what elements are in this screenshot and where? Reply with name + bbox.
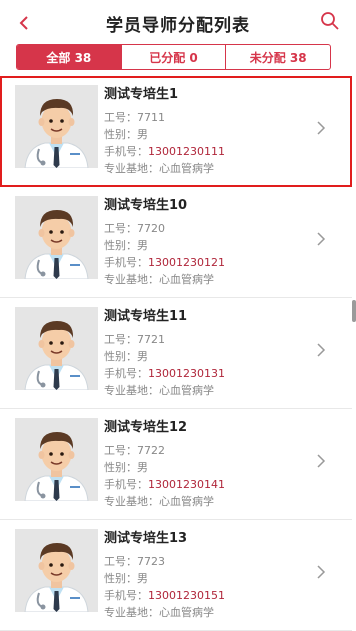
base-row: 专业基地：心血管病学 [104, 604, 214, 620]
phone-label: 手机号： [104, 589, 148, 602]
phone-row: 手机号：13001230151 [104, 587, 225, 603]
phone-row: 手机号：13001230141 [104, 476, 225, 492]
student-base: 心血管病学 [159, 384, 214, 397]
student-gender: 男 [137, 239, 148, 252]
student-gender: 男 [137, 350, 148, 363]
student-phone: 13001230141 [148, 478, 225, 491]
student-base: 心血管病学 [159, 495, 214, 508]
doctor-avatar-icon [15, 418, 98, 501]
student-id: 7721 [137, 333, 165, 346]
id-label: 工号： [104, 111, 137, 124]
student-base: 心血管病学 [159, 606, 214, 619]
tab-assigned[interactable]: 已分配 0 [120, 45, 226, 69]
student-id-row: 工号：7720 [104, 220, 165, 236]
phone-row: 手机号：13001230111 [104, 143, 225, 159]
gender-label: 性别： [104, 239, 137, 252]
tab-all[interactable]: 全部 38 [17, 45, 121, 69]
student-gender: 男 [137, 461, 148, 474]
doctor-avatar-icon [15, 529, 98, 612]
phone-label: 手机号： [104, 478, 148, 491]
phone-row: 手机号：13001230131 [104, 365, 225, 381]
avatar [15, 85, 98, 168]
student-base: 心血管病学 [159, 273, 214, 286]
student-phone: 13001230151 [148, 589, 225, 602]
student-id-row: 工号：7711 [104, 109, 165, 125]
base-row: 专业基地：心血管病学 [104, 271, 214, 287]
phone-label: 手机号： [104, 367, 148, 380]
doctor-avatar-icon [15, 307, 98, 390]
student-name: 测试专培生1 [104, 87, 179, 102]
student-phone: 13001230121 [148, 256, 225, 269]
doctor-avatar-icon [15, 85, 98, 168]
phone-label: 手机号： [104, 145, 148, 158]
student-base: 心血管病学 [159, 162, 214, 175]
student-card[interactable]: 测试专培生1 工号：7711 性别：男 手机号：13001230111 专业基地… [0, 76, 352, 187]
student-id-row: 工号：7721 [104, 331, 165, 347]
avatar [15, 196, 98, 279]
gender-row: 性别：男 [104, 459, 148, 475]
id-label: 工号： [104, 333, 137, 346]
id-label: 工号： [104, 222, 137, 235]
base-row: 专业基地：心血管病学 [104, 493, 214, 509]
student-phone: 13001230111 [148, 145, 225, 158]
base-row: 专业基地：心血管病学 [104, 160, 214, 176]
search-button[interactable] [320, 11, 342, 33]
id-label: 工号： [104, 555, 137, 568]
gender-label: 性别： [104, 128, 137, 141]
gender-row: 性别：男 [104, 237, 148, 253]
base-label: 专业基地： [104, 162, 159, 175]
avatar [15, 529, 98, 612]
student-name: 测试专培生10 [104, 198, 188, 213]
base-label: 专业基地： [104, 273, 159, 286]
chevron-right-icon [317, 565, 326, 579]
student-gender: 男 [137, 572, 148, 585]
filter-tabs: 全部 38 已分配 0 未分配 38 [16, 44, 331, 70]
gender-row: 性别：男 [104, 126, 148, 142]
avatar [15, 418, 98, 501]
doctor-avatar-icon [15, 196, 98, 279]
gender-row: 性别：男 [104, 348, 148, 364]
page-title: 学员导师分配列表 [106, 15, 250, 36]
chevron-right-icon [317, 232, 326, 246]
student-id: 7722 [137, 444, 165, 457]
student-id-row: 工号：7722 [104, 442, 165, 458]
chevron-right-icon [317, 343, 326, 357]
base-row: 专业基地：心血管病学 [104, 382, 214, 398]
back-arrow-icon [19, 16, 28, 30]
gender-label: 性别： [104, 461, 137, 474]
gender-label: 性别： [104, 572, 137, 585]
student-card[interactable]: 测试专培生13 工号：7723 性别：男 手机号：13001230151 专业基… [0, 520, 352, 631]
base-label: 专业基地： [104, 495, 159, 508]
student-phone: 13001230131 [148, 367, 225, 380]
chevron-right-icon [317, 454, 326, 468]
student-id: 7711 [137, 111, 165, 124]
student-card[interactable]: 测试专培生10 工号：7720 性别：男 手机号：13001230121 专业基… [0, 187, 352, 298]
avatar [15, 307, 98, 390]
phone-row: 手机号：13001230121 [104, 254, 225, 270]
student-card[interactable]: 测试专培生11 工号：7721 性别：男 手机号：13001230131 专业基… [0, 298, 352, 409]
search-icon [321, 12, 339, 30]
student-name: 测试专培生12 [104, 420, 188, 435]
student-name: 测试专培生11 [104, 309, 188, 324]
student-id: 7723 [137, 555, 165, 568]
scrollbar[interactable] [352, 300, 356, 322]
student-name: 测试专培生13 [104, 531, 188, 546]
student-id-row: 工号：7723 [104, 553, 165, 569]
base-label: 专业基地： [104, 384, 159, 397]
gender-row: 性别：男 [104, 570, 148, 586]
student-card[interactable]: 测试专培生12 工号：7722 性别：男 手机号：13001230141 专业基… [0, 409, 352, 520]
student-gender: 男 [137, 128, 148, 141]
student-list: 测试专培生1 工号：7711 性别：男 手机号：13001230111 专业基地… [0, 76, 352, 631]
gender-label: 性别： [104, 350, 137, 363]
id-label: 工号： [104, 444, 137, 457]
student-id: 7720 [137, 222, 165, 235]
top-bar: 学员导师分配列表 [0, 0, 356, 46]
chevron-right-icon [317, 121, 326, 135]
base-label: 专业基地： [104, 606, 159, 619]
tab-unassigned[interactable]: 未分配 38 [225, 45, 330, 69]
back-button[interactable] [14, 12, 34, 34]
phone-label: 手机号： [104, 256, 148, 269]
